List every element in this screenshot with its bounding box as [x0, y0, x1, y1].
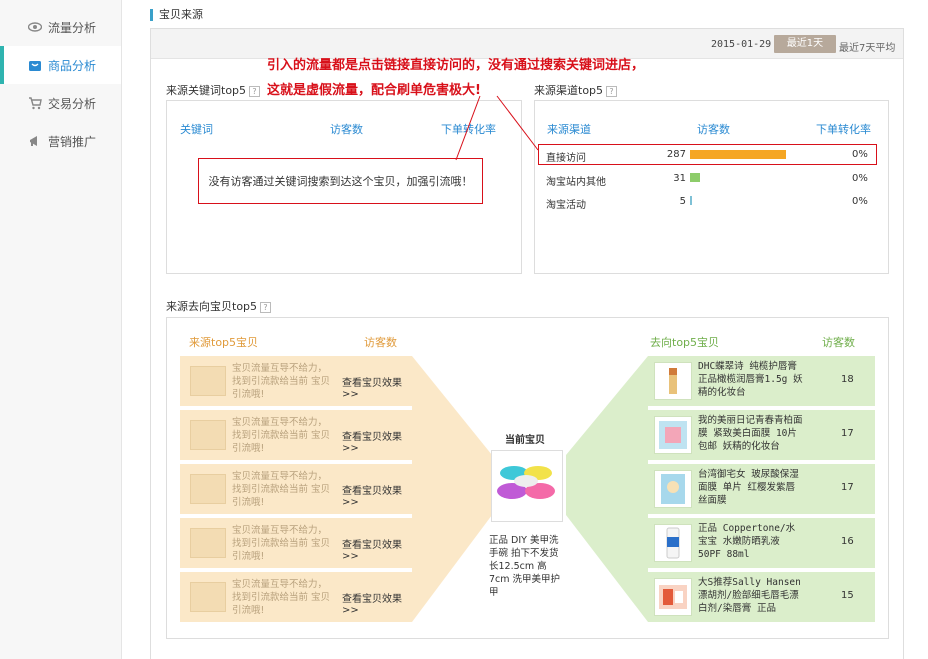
- image-placeholder-icon: [190, 474, 226, 504]
- product-thumbnail: [654, 524, 692, 562]
- view-effect-link[interactable]: 查看宝贝效果>>: [342, 428, 412, 454]
- destination-item-text: DHC蝶翠诗 纯榄护唇膏 正品橄榄润唇膏1.5g 妖精的化妆台: [698, 361, 803, 398]
- bleach-kit-image: [659, 585, 687, 609]
- destination-item-text: 正品 Coppertone/水宝宝 水嫩防晒乳液 50PF 88ml: [698, 523, 796, 560]
- destination-item[interactable]: DHC蝶翠诗 纯榄护唇膏 正品橄榄润唇膏1.5g 妖精的化妆台 18: [648, 356, 875, 406]
- destination-item-count: 17: [841, 482, 854, 493]
- current-product-image[interactable]: [491, 450, 563, 522]
- sunscreen-image: [666, 527, 680, 559]
- view-effect-link[interactable]: 查看宝贝效果>>: [342, 590, 412, 616]
- current-product-desc: 正品 DIY 美甲洗手碗 拍下不发货 长12.5cm 高7cm 洗甲美甲护甲: [489, 535, 561, 598]
- image-placeholder-icon: [190, 528, 226, 558]
- destination-item[interactable]: 大S推荐Sally Hansen漂胡剂/脸部细毛唇毛漂白剂/染唇膏 正品 15: [648, 572, 875, 622]
- product-thumbnail: [654, 416, 692, 454]
- image-placeholder-icon: [190, 582, 226, 612]
- source-item: 宝贝流量互导不给力，找到引流款给当前 宝贝引流哦! 查看宝贝效果>>: [180, 572, 412, 622]
- destination-item[interactable]: 我的美丽日记青春青柏面膜 紧致美白面膜 10片包邮 妖精的化妆台 17: [648, 410, 875, 460]
- source-item: 宝贝流量互导不给力，找到引流款给当前 宝贝引流哦! 查看宝贝效果>>: [180, 410, 412, 460]
- destination-item-count: 17: [841, 428, 854, 439]
- destination-item-text: 大S推荐Sally Hansen漂胡剂/脸部细毛唇毛漂白剂/染唇膏 正品: [698, 577, 801, 614]
- product-thumbnail: [654, 362, 692, 400]
- product-thumbnail: [654, 578, 692, 616]
- destination-item[interactable]: 台湾御宅女 玻尿酸保湿面膜 单片 红樱发紫唇丝面膜 17: [648, 464, 875, 514]
- source-item-text: 宝贝流量互导不给力，找到引流款给当前 宝贝引流哦!: [232, 417, 331, 454]
- destination-item-count: 18: [841, 374, 854, 385]
- image-placeholder-icon: [190, 366, 226, 396]
- image-placeholder-icon: [190, 420, 226, 450]
- source-item: 宝贝流量互导不给力，找到引流款给当前 宝贝引流哦! 查看宝贝效果>>: [180, 464, 412, 514]
- current-product-label: 当前宝贝: [505, 435, 545, 446]
- source-item: 宝贝流量互导不给力，找到引流款给当前 宝贝引流哦! 查看宝贝效果>>: [180, 518, 412, 568]
- face-mask-image: [659, 421, 687, 449]
- destination-item-count: 15: [841, 590, 854, 601]
- destination-item[interactable]: 正品 Coppertone/水宝宝 水嫩防晒乳液 50PF 88ml 16: [648, 518, 875, 568]
- source-item-text: 宝贝流量互导不给力，找到引流款给当前 宝贝引流哦!: [232, 579, 331, 616]
- destination-item-count: 16: [841, 536, 854, 547]
- source-item-text: 宝贝流量互导不给力，找到引流款给当前 宝贝引流哦!: [232, 525, 331, 562]
- destination-item-text: 台湾御宅女 玻尿酸保湿面膜 单片 红樱发紫唇丝面膜: [698, 469, 799, 506]
- destination-item-text: 我的美丽日记青春青柏面膜 紧致美白面膜 10片包邮 妖精的化妆台: [698, 415, 803, 452]
- mask-pack-image: [661, 474, 685, 504]
- product-thumbnail: [654, 470, 692, 508]
- lip-balm-image: [669, 368, 677, 394]
- view-effect-link[interactable]: 查看宝贝效果>>: [342, 482, 412, 508]
- view-effect-link[interactable]: 查看宝贝效果>>: [342, 536, 412, 562]
- source-item-text: 宝贝流量互导不给力，找到引流款给当前 宝贝引流哦!: [232, 363, 331, 400]
- product-bowls-image: [497, 466, 555, 499]
- source-item-text: 宝贝流量互导不给力，找到引流款给当前 宝贝引流哦!: [232, 471, 331, 508]
- view-effect-link[interactable]: 查看宝贝效果>>: [342, 374, 412, 400]
- source-item: 宝贝流量互导不给力，找到引流款给当前 宝贝引流哦! 查看宝贝效果>>: [180, 356, 412, 406]
